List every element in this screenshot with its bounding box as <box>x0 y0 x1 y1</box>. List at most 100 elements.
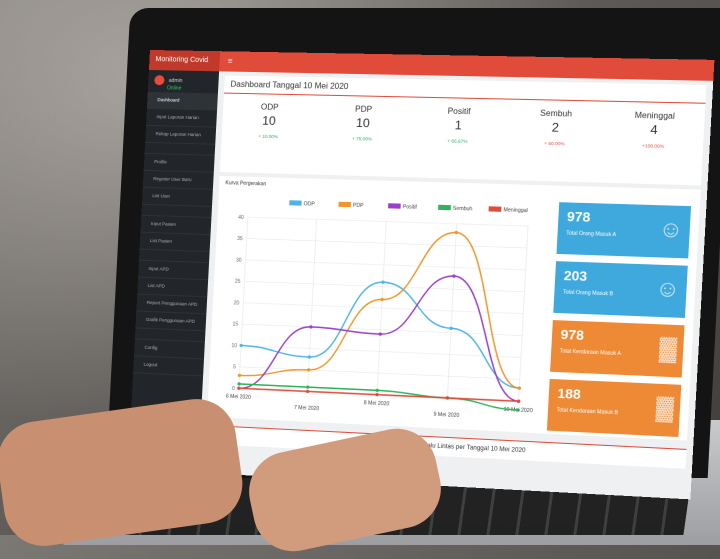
series-line-pdp <box>240 226 528 388</box>
stats-row: ODP 10 + 10.00% PDP 10 + 75.00% Positif 1 + 66.6… <box>220 94 705 178</box>
legend-label: Positif <box>402 204 417 211</box>
data-point <box>237 373 242 378</box>
sidebar-item[interactable]: Input Laporan Harian <box>146 108 218 128</box>
sidebar-item[interactable]: Profile <box>143 153 215 173</box>
stat-label: Meninggal <box>634 110 676 121</box>
x-tick-label: 8 Mei 2020 <box>364 400 390 407</box>
stat-label: Positif <box>447 106 471 117</box>
stat-meninggal: Meninggal 4 +100.00% <box>602 102 705 177</box>
y-tick-label: 25 <box>235 279 241 285</box>
y-tick-label: 35 <box>237 236 243 242</box>
data-point <box>378 332 383 336</box>
user-name: admin <box>168 77 183 84</box>
stat-label: ODP <box>260 102 279 112</box>
card-value: 188 <box>557 385 582 403</box>
legend-swatch <box>289 200 302 206</box>
info-card[interactable]: 978 Total Orang Masuk A ☺ <box>556 202 692 259</box>
legend-label: ODP <box>303 201 315 207</box>
y-tick-label: 10 <box>231 343 237 349</box>
stat-sembuh: Sembuh 2 + 60.00% <box>504 100 606 175</box>
grid-line <box>243 303 523 314</box>
data-point <box>375 392 379 397</box>
grid-line <box>248 217 528 226</box>
grid-line <box>246 260 526 270</box>
data-point <box>239 343 243 348</box>
stat-value: 10 <box>355 115 371 131</box>
summary-panel: Dashboard Tanggal 10 Mei 2020 ODP 10 + 10.… <box>219 75 707 186</box>
sidebar-item[interactable]: List User <box>141 187 213 207</box>
series-line-positif <box>239 268 525 401</box>
data-point <box>306 385 310 389</box>
sidebar-item[interactable]: Rekap Laporan Harian <box>145 125 217 145</box>
legend-label: Sembuh <box>453 206 473 213</box>
data-point <box>375 388 380 393</box>
y-tick-label: 20 <box>233 300 239 306</box>
x-tick-label: 6 Mei 2020 <box>226 394 252 401</box>
stat-value: 2 <box>551 120 560 135</box>
stat-label: Sembuh <box>539 108 573 119</box>
data-point <box>449 326 453 331</box>
grid-line <box>247 239 527 248</box>
stat-odp: ODP 10 + 10.00% <box>220 94 317 167</box>
user-plus-icon: ☺ <box>658 215 684 243</box>
hamburger-icon[interactable]: ≡ <box>227 56 232 65</box>
data-point <box>516 399 521 404</box>
y-tick-label: 15 <box>232 322 238 328</box>
stat-pdp: PDP 10 + 75.00% <box>313 96 411 170</box>
data-point <box>306 368 311 372</box>
data-point <box>305 389 310 394</box>
y-tick-label: 0 <box>232 386 235 392</box>
grid-line <box>240 367 520 380</box>
stat-label: PDP <box>354 104 373 115</box>
x-tick-label: 9 Mei 2020 <box>433 412 459 419</box>
data-point <box>237 386 241 390</box>
user-status: Online <box>166 85 182 92</box>
data-point <box>237 382 241 386</box>
sidebar-item[interactable]: Register User Baru <box>142 170 214 190</box>
x-tick-label: 7 Mei 2020 <box>294 405 320 412</box>
data-point <box>381 280 385 284</box>
info-card[interactable]: 188 Total Kendaraan Masuk B ▓ <box>546 378 682 438</box>
stat-change: + 60.00% <box>544 140 565 147</box>
data-point <box>380 297 384 302</box>
card-label: Total Kendaraan Masuk B <box>556 407 619 417</box>
stat-value: 10 <box>261 113 277 129</box>
app-brand[interactable]: Monitoring Covid <box>148 50 221 72</box>
bar-chart-icon: ▓ <box>658 334 678 362</box>
avatar <box>154 75 165 86</box>
info-card[interactable]: 978 Total Kendaraan Masuk A ▓ <box>550 320 685 378</box>
data-point <box>452 274 456 278</box>
stat-change: + 66.67% <box>447 138 468 144</box>
data-point <box>445 396 450 400</box>
bar-chart-icon: ▓ <box>655 394 675 422</box>
legend-swatch <box>338 201 352 208</box>
data-point <box>517 386 522 390</box>
legend-swatch <box>488 206 502 212</box>
data-point <box>307 355 312 359</box>
stat-positif: Positif 1 + 66.67% <box>408 98 508 172</box>
data-point <box>309 325 313 329</box>
user-plus-icon: ☺ <box>654 275 681 303</box>
y-tick-label: 30 <box>236 258 242 264</box>
main-content: Dashboard Tanggal 10 Mei 2020 ODP 10 + 10.… <box>198 71 714 500</box>
stat-value: 4 <box>649 122 659 138</box>
legend-swatch <box>388 203 401 209</box>
stat-change: +100.00% <box>641 143 665 149</box>
stat-value: 1 <box>454 117 463 133</box>
legend-swatch <box>438 204 451 211</box>
card-value: 978 <box>560 326 585 344</box>
sidebar-item[interactable]: Dashboard <box>146 91 218 111</box>
chart-panel: Kurva Pergerakan 0 5 10 15 20 25 30 35 40 6 Mei 2… <box>206 175 701 441</box>
user-panel: admin Online <box>148 70 219 93</box>
stat-change: + 75.00% <box>352 135 373 142</box>
data-point <box>454 230 459 235</box>
y-tick-label: 5 <box>233 365 236 371</box>
legend-label: Meninggal <box>503 207 528 214</box>
stat-change: + 10.00% <box>258 133 279 140</box>
info-card[interactable]: 203 Total Orang Masuk B ☺ <box>553 261 688 318</box>
line-chart: 0 5 10 15 20 25 30 35 40 6 Mei 2020 7 Mei 2020 8 Me… <box>226 200 533 419</box>
y-tick-label: 40 <box>238 215 244 221</box>
sidebar-item[interactable]: Logout <box>133 356 204 377</box>
card-label: Total Kendaraan Masuk A <box>559 348 622 358</box>
legend-label: PDP <box>353 203 365 209</box>
